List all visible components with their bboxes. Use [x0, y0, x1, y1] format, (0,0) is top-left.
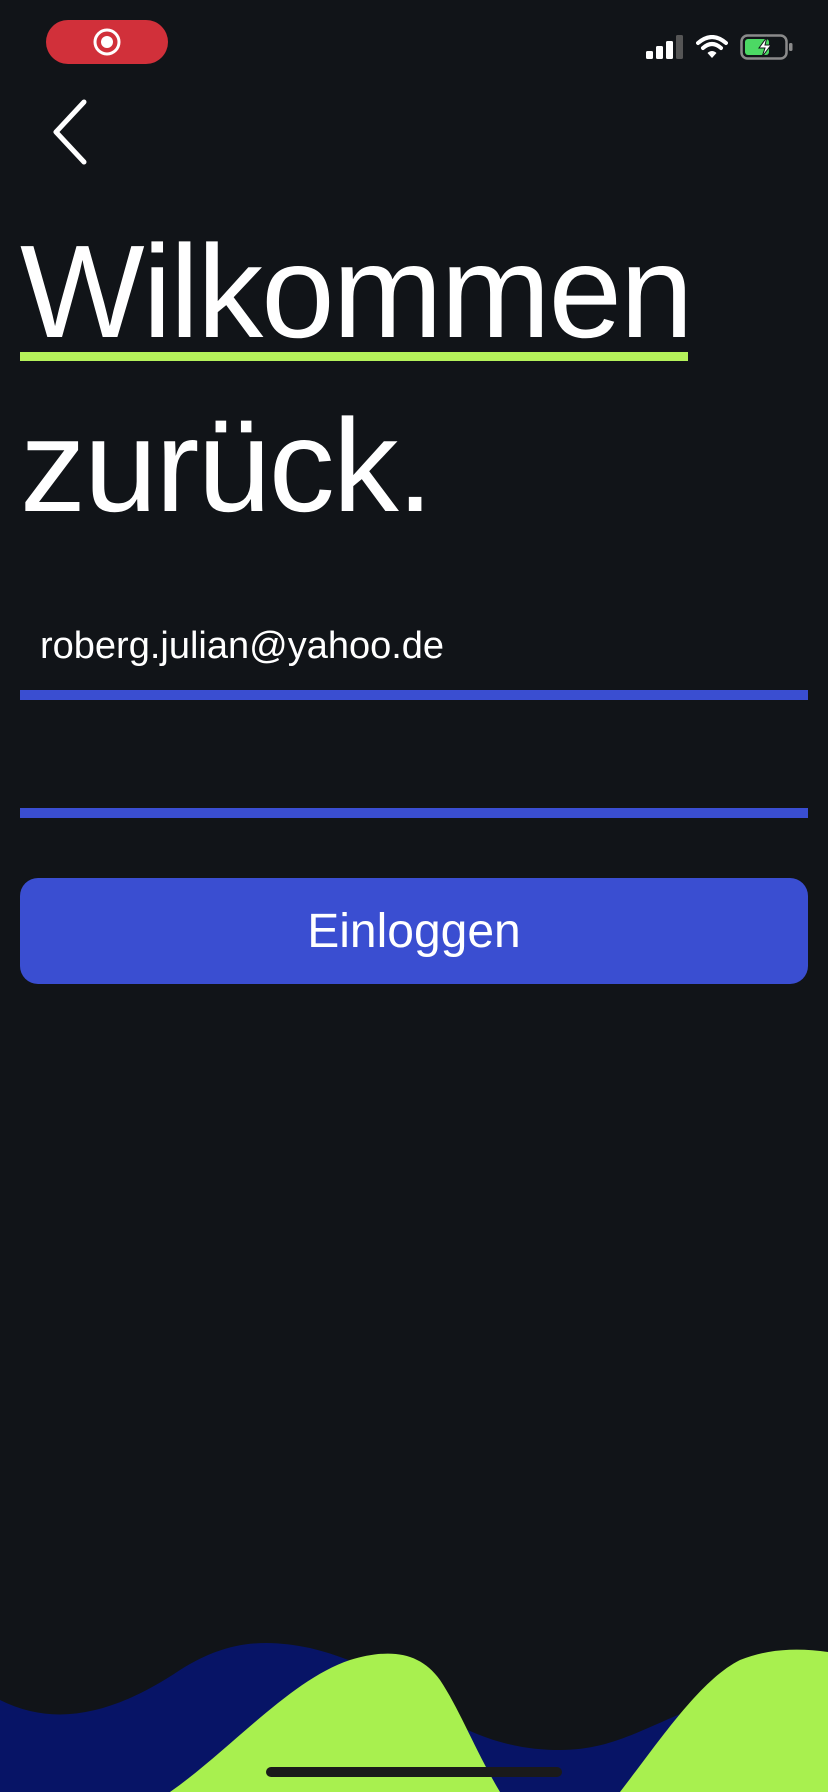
home-indicator[interactable] [266, 1767, 562, 1777]
wifi-icon [696, 35, 728, 58]
email-field-wrapper [20, 606, 808, 686]
email-field-underline [20, 690, 808, 700]
email-field[interactable] [20, 606, 808, 686]
login-button[interactable]: Einloggen [20, 878, 808, 984]
chevron-left-icon [53, 99, 87, 165]
password-field-underline [20, 808, 808, 818]
back-button[interactable] [40, 92, 100, 172]
welcome-title-line2: zurück. [20, 392, 433, 539]
green-wave-right [620, 1649, 828, 1792]
password-field[interactable] [20, 724, 808, 804]
cellular-signal-icon [646, 35, 683, 59]
title-underline [20, 352, 688, 361]
decorative-waves [0, 1642, 828, 1792]
battery-charging-icon [740, 34, 793, 60]
status-bar-icons [646, 32, 794, 62]
welcome-title-line1: Wilkommen [20, 218, 693, 365]
screen-recording-indicator[interactable] [46, 20, 168, 64]
screen-recording-icon [93, 28, 121, 56]
login-screen: Wilkommen zurück. Einloggen [0, 0, 828, 1792]
password-field-wrapper [20, 724, 808, 804]
